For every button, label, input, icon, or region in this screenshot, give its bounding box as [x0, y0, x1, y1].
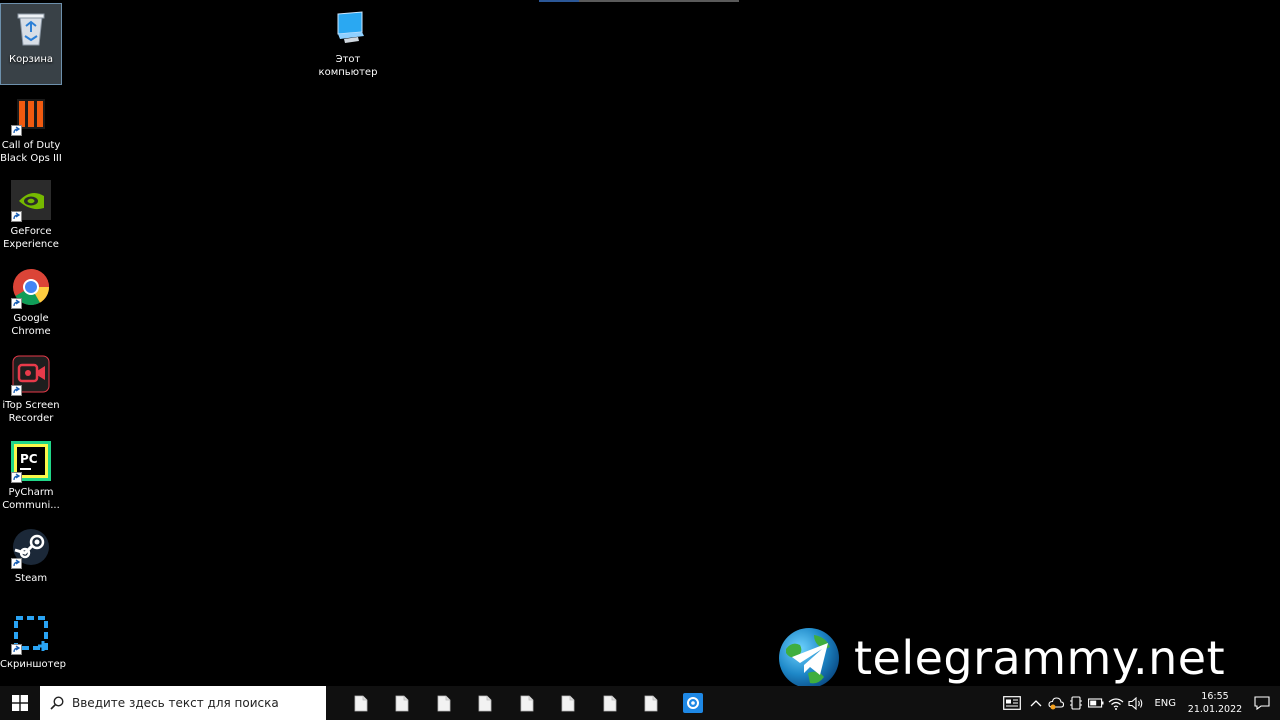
search-input[interactable]: Введите здесь текст для поиска [40, 686, 326, 720]
black-ops-icon [11, 94, 51, 136]
itop-recorder-icon [11, 354, 51, 396]
taskbar: Введите здесь текст для поиска ENG 16:55… [0, 686, 1280, 720]
steam-icon [11, 527, 51, 569]
desktop-icon-chrome[interactable]: Google Chrome [0, 263, 62, 345]
search-icon [50, 696, 64, 710]
desktop-icon-black-ops[interactable]: Call of Duty Black Ops III [0, 90, 62, 172]
tray-chevron-up-icon[interactable] [1026, 686, 1046, 720]
taskbar-app-5[interactable] [506, 686, 548, 720]
svg-text:PC: PC [20, 452, 38, 466]
desktop-icon-label: Этот компьютер [318, 54, 378, 78]
desktop-icon-label: Steam [14, 573, 48, 584]
geforce-icon [11, 180, 51, 222]
desktop-icon-label: Call of Duty Black Ops III [0, 140, 62, 164]
blank-file-icon [354, 695, 368, 711]
shortcut-arrow-icon [11, 125, 22, 136]
desktop-icon-label: GeForce Experience [3, 226, 59, 250]
watermark-text: telegrammy.net [854, 631, 1226, 685]
desktop-icon-label: Корзина [8, 54, 54, 65]
blank-file-icon [520, 695, 534, 711]
taskbar-app-4[interactable] [465, 686, 507, 720]
shortcut-arrow-icon [11, 211, 22, 222]
desktop-icon-label: PyCharm Communi... [2, 487, 60, 511]
blank-file-icon [644, 695, 658, 711]
shortcut-arrow-icon [11, 385, 22, 396]
this-pc-icon [328, 8, 368, 48]
system-tray: ENG 16:55 21.01.2022 [998, 686, 1280, 720]
desktop-icon-label: Скриншотер [0, 659, 67, 670]
shortcut-arrow-icon [11, 472, 22, 483]
top-strip [539, 0, 739, 2]
notification-icon [1254, 696, 1270, 710]
keyboard-language[interactable]: ENG [1154, 698, 1176, 709]
taskbar-app-screenshot-tool[interactable] [672, 686, 714, 720]
shortcut-arrow-icon [11, 298, 22, 309]
taskbar-app-2[interactable] [382, 686, 424, 720]
desktop-icon-label: iTop Screen Recorder [2, 400, 60, 424]
tray-device-icon[interactable] [1066, 686, 1086, 720]
clock[interactable]: 16:55 21.01.2022 [1186, 690, 1244, 716]
screenshoter-icon [11, 613, 51, 655]
taskbar-app-6[interactable] [548, 686, 590, 720]
windows-logo-icon [12, 695, 28, 711]
blank-file-icon [437, 695, 451, 711]
tray-cloud-icon[interactable] [1046, 686, 1066, 720]
shortcut-arrow-icon [11, 558, 22, 569]
desktop-icon-steam[interactable]: Steam [0, 523, 62, 605]
blank-file-icon [603, 695, 617, 711]
clock-date: 21.01.2022 [1187, 704, 1243, 715]
tray-wifi-icon[interactable] [1106, 686, 1126, 720]
clock-time: 16:55 [1201, 691, 1229, 702]
screenshot-tool-icon [682, 693, 703, 713]
telegram-globe-icon [779, 628, 839, 688]
desktop-icon-geforce[interactable]: GeForce Experience [0, 176, 62, 258]
search-placeholder: Введите здесь текст для поиска [72, 696, 279, 710]
pycharm-icon: PC [11, 441, 51, 483]
desktop-icon-pycharm[interactable]: PC PyCharm Communi... [0, 437, 62, 519]
watermark: telegrammy.net [778, 627, 1225, 689]
taskbar-app-7[interactable] [589, 686, 631, 720]
blank-file-icon [561, 695, 575, 711]
desktop-icon-itop-recorder[interactable]: iTop Screen Recorder [0, 350, 62, 432]
desktop-icon-this-pc[interactable]: Этот компьютер [317, 4, 379, 86]
taskbar-pinned-apps [340, 686, 714, 720]
recycle-bin-icon [11, 8, 51, 48]
desktop-icon-label: Google Chrome [11, 313, 51, 337]
start-button[interactable] [0, 686, 40, 720]
notifications-button[interactable] [1244, 686, 1280, 720]
shortcut-arrow-icon [11, 644, 22, 655]
desktop-icon-screenshoter[interactable]: Скриншотер [0, 609, 67, 691]
desktop: Корзина Этот компьютер Call of Duty Blac… [0, 0, 1280, 689]
blank-file-icon [478, 695, 492, 711]
desktop-icon-recycle-bin[interactable]: Корзина [0, 3, 62, 85]
tray-volume-icon[interactable] [1126, 686, 1146, 720]
taskbar-app-8[interactable] [631, 686, 673, 720]
blank-file-icon [395, 695, 409, 711]
tray-battery-icon[interactable] [1086, 686, 1106, 720]
tray-news-icon[interactable] [998, 686, 1026, 720]
chrome-icon [11, 267, 51, 309]
taskbar-app-1[interactable] [340, 686, 382, 720]
taskbar-app-3[interactable] [423, 686, 465, 720]
